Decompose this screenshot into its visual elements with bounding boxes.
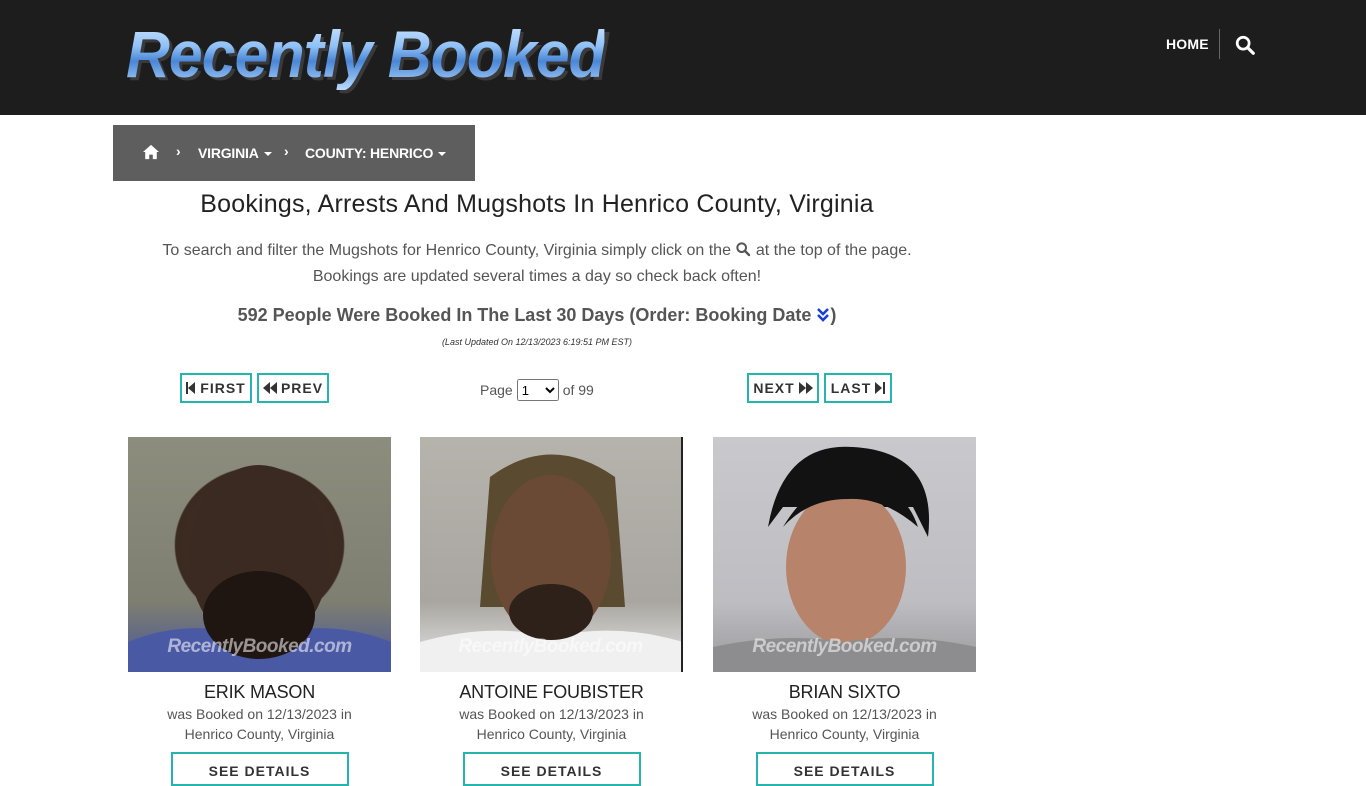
- prev-page-label: PREV: [280, 380, 324, 396]
- page-selector: Page 1 of 99: [480, 379, 594, 401]
- site-header: Recently Booked Recently Booked HOME: [0, 0, 1366, 115]
- breadcrumb-state-dropdown[interactable]: VIRGINIA: [198, 145, 272, 161]
- person-name[interactable]: ANTOINE FOUBISTER: [420, 682, 683, 703]
- first-page-label: FIRST: [200, 380, 246, 396]
- mugshot-photo[interactable]: RecentlyBooked.com: [420, 437, 683, 672]
- intro-text-part2: at the top of the page.: [755, 242, 912, 259]
- breadcrumb-state-label: VIRGINIA: [198, 145, 259, 161]
- caret-down-icon: [438, 152, 447, 157]
- nav-home-link[interactable]: HOME: [1166, 36, 1209, 52]
- breadcrumb-separator: ›: [284, 143, 289, 159]
- photo-watermark: RecentlyBooked.com: [167, 636, 352, 657]
- see-details-button[interactable]: SEE DETAILS: [755, 752, 934, 786]
- intro-text-part1: To search and filter the Mugshots for He…: [162, 242, 731, 259]
- booking-count-text: 592 People Were Booked In The Last 30 Da…: [237, 305, 812, 325]
- person-name[interactable]: BRIAN SIXTO: [713, 682, 976, 703]
- photo-watermark: RecentlyBooked.com: [752, 636, 937, 657]
- next-page-button[interactable]: NEXT: [747, 373, 819, 403]
- page-total: of 99: [562, 382, 594, 398]
- booking-card: RecentlyBooked.com ANTOINE FOUBISTER was…: [420, 437, 683, 786]
- first-page-button[interactable]: FIRST: [180, 373, 252, 403]
- intro-text-line2: Bookings are updated several times a day…: [312, 268, 762, 285]
- intro-text: To search and filter the Mugshots for He…: [113, 238, 961, 290]
- last-page-button[interactable]: LAST: [824, 373, 892, 403]
- booking-info: was Booked on 12/13/2023 in Henrico Coun…: [713, 704, 976, 744]
- booking-date-text: was Booked on 12/13/2023 in: [752, 706, 937, 722]
- booking-card: RecentlyBooked.com BRIAN SIXTO was Booke…: [713, 437, 976, 786]
- backward-icon: [262, 382, 277, 394]
- page-select[interactable]: 1: [516, 379, 559, 401]
- search-icon[interactable]: [1234, 34, 1256, 56]
- site-logo[interactable]: Recently Booked: [126, 18, 606, 90]
- home-icon[interactable]: [142, 144, 160, 160]
- booking-location-text: Henrico County, Virginia: [184, 726, 335, 742]
- booking-location-text: Henrico County, Virginia: [476, 726, 627, 742]
- first-page-icon: [186, 382, 196, 394]
- booking-date-text: was Booked on 12/13/2023 in: [167, 706, 352, 722]
- booking-count-close: ): [830, 305, 837, 325]
- last-updated: (Last Updated On 12/13/2023 6:19:51 PM E…: [441, 337, 633, 347]
- last-page-label: LAST: [830, 380, 872, 396]
- booking-location-text: Henrico County, Virginia: [769, 726, 920, 742]
- see-details-button[interactable]: SEE DETAILS: [462, 752, 641, 786]
- booking-info: was Booked on 12/13/2023 in Henrico Coun…: [128, 704, 391, 744]
- chevron-double-down-icon[interactable]: [816, 307, 830, 323]
- booking-date-text: was Booked on 12/13/2023 in: [459, 706, 644, 722]
- page-title: Bookings, Arrests And Mugshots In Henric…: [200, 190, 874, 218]
- photo-watermark: RecentlyBooked.com: [458, 636, 643, 657]
- caret-down-icon: [263, 152, 272, 157]
- mugshot-photo[interactable]: RecentlyBooked.com: [128, 437, 391, 672]
- see-details-button[interactable]: SEE DETAILS: [170, 752, 349, 786]
- next-page-label: NEXT: [753, 380, 795, 396]
- booking-info: was Booked on 12/13/2023 in Henrico Coun…: [420, 704, 683, 744]
- last-page-icon: [875, 382, 886, 394]
- booking-count: 592 People Were Booked In The Last 30 Da…: [113, 305, 961, 326]
- breadcrumb-separator: ›: [176, 143, 181, 159]
- nav-divider: [1219, 29, 1220, 59]
- breadcrumb: › VIRGINIA › COUNTY: HENRICO: [113, 125, 475, 181]
- search-icon: [736, 242, 751, 257]
- mugshot-photo[interactable]: RecentlyBooked.com: [713, 437, 976, 672]
- breadcrumb-county-dropdown[interactable]: COUNTY: HENRICO: [305, 145, 447, 161]
- prev-page-button[interactable]: PREV: [257, 373, 329, 403]
- booking-card: RecentlyBooked.com ERIK MASON was Booked…: [128, 437, 391, 786]
- forward-icon: [798, 382, 813, 394]
- breadcrumb-county-label: COUNTY: HENRICO: [305, 145, 434, 161]
- page-label: Page: [480, 382, 513, 398]
- person-name[interactable]: ERIK MASON: [128, 682, 391, 703]
